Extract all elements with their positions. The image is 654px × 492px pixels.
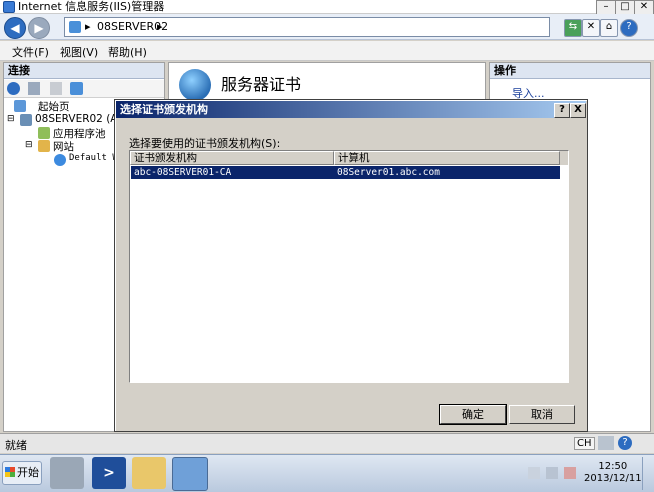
language-indicator[interactable]: CH <box>574 437 595 450</box>
ime-help-icon[interactable]: ? <box>618 436 632 450</box>
dialog-titlebar: 选择证书颁发机构 ? X <box>116 101 586 118</box>
breadcrumb-separator-icon: ▸ <box>85 20 91 33</box>
keyboard-icon[interactable] <box>598 436 614 450</box>
ok-button[interactable]: 确定 <box>439 404 507 425</box>
menu-bar: 文件(F) 视图(V) 帮助(H) <box>0 41 654 61</box>
iis-app-icon <box>3 1 15 13</box>
tree-item-start-page[interactable]: 起始页 <box>38 99 70 114</box>
close-window-button[interactable]: ✕ <box>634 0 654 15</box>
clock-date: 2013/12/11 <box>584 473 642 484</box>
explorer-folder-icon[interactable] <box>132 457 166 489</box>
column-header-computer[interactable]: 计算机 <box>334 151 560 165</box>
cancel-button[interactable]: 取消 <box>509 405 575 424</box>
tree-item-sites[interactable]: 网站 <box>53 139 74 154</box>
minimize-button[interactable]: – <box>596 0 616 15</box>
column-header-authority[interactable]: 证书颁发机构 <box>130 151 334 165</box>
address-bar: ◀ ▶ ▸ 08SERVER02 ▸ ⇆ ✕ ⌂ ? <box>0 14 654 40</box>
refresh-icon[interactable]: ⇆ <box>564 19 582 37</box>
action-center-flag-icon[interactable] <box>528 467 540 479</box>
actions-header: 操作 <box>490 63 650 79</box>
address-path-box[interactable]: ▸ 08SERVER02 ▸ <box>64 17 550 37</box>
windows-logo-icon <box>5 467 15 477</box>
back-button[interactable]: ◀ <box>4 17 26 39</box>
breadcrumb-chevron-icon[interactable]: ▸ <box>157 20 163 33</box>
sites-folder-icon <box>38 140 50 152</box>
help-icon[interactable]: ? <box>620 19 638 37</box>
volume-muted-icon[interactable] <box>564 467 576 479</box>
start-button[interactable]: 开始 <box>2 461 42 485</box>
select-ca-dialog: 选择证书颁发机构 ? X 选择要使用的证书颁发机构(S): 证书颁发机构 计算机… <box>114 99 588 432</box>
connections-header: 连接 <box>4 63 164 79</box>
network-icon[interactable] <box>546 467 558 479</box>
window-titlebar: Internet 信息服务(IIS)管理器 – □ ✕ <box>0 0 654 15</box>
ca-list[interactable]: 证书颁发机构 计算机 abc-08SERVER01-CA 08Server01.… <box>129 150 569 383</box>
iis-manager-taskbar-icon[interactable] <box>172 457 208 491</box>
stop-icon[interactable]: ✕ <box>582 19 600 37</box>
server-node-icon <box>20 114 32 126</box>
list-row[interactable]: abc-08SERVER01-CA 08Server01.abc.com <box>131 166 560 179</box>
window-title: Internet 信息服务(IIS)管理器 <box>18 0 165 13</box>
list-scroll-gutter <box>560 151 568 165</box>
app-pools-icon <box>38 127 50 139</box>
save-icon[interactable] <box>28 82 40 95</box>
row-authority: abc-08SERVER01-CA <box>134 167 232 178</box>
server-manager-icon[interactable] <box>50 457 84 489</box>
start-label: 开始 <box>17 466 39 479</box>
start-page-icon <box>14 100 26 112</box>
server-icon <box>69 21 81 33</box>
row-computer: 08Server01.abc.com <box>337 167 440 178</box>
collapse-sites-icon[interactable]: ⊟ <box>25 140 33 150</box>
connections-toolbar <box>4 80 164 98</box>
forward-button[interactable]: ▶ <box>28 17 50 39</box>
dialog-prompt-label: 选择要使用的证书颁发机构(S): <box>129 137 281 150</box>
delete-connection-icon[interactable] <box>70 82 83 95</box>
dialog-help-button[interactable]: ? <box>554 103 570 118</box>
maximize-button[interactable]: □ <box>615 0 635 15</box>
taskbar: 开始 > 12:50 2013/12/11 <box>0 454 654 492</box>
website-globe-icon <box>54 154 66 166</box>
server-certificate-icon <box>179 69 211 101</box>
system-clock[interactable]: 12:50 2013/12/11 <box>584 461 642 485</box>
connect-icon[interactable] <box>7 82 20 95</box>
status-text: 就绪 <box>5 439 27 452</box>
collapse-icon[interactable]: ⊟ <box>7 114 15 124</box>
dialog-close-button[interactable]: X <box>570 103 586 118</box>
up-icon[interactable] <box>50 82 62 95</box>
status-bar: 就绪 CH ? <box>0 433 654 453</box>
dialog-title: 选择证书颁发机构 <box>120 103 208 116</box>
home-icon[interactable]: ⌂ <box>600 19 618 37</box>
show-desktop-button[interactable] <box>642 457 652 490</box>
powershell-icon[interactable]: > <box>92 457 126 489</box>
clock-time: 12:50 <box>598 461 628 472</box>
menu-help[interactable]: 帮助(H) <box>108 44 147 60</box>
menu-view[interactable]: 视图(V) <box>60 44 98 60</box>
menu-file[interactable]: 文件(F) <box>12 44 49 60</box>
page-title: 服务器证书 <box>221 75 302 94</box>
